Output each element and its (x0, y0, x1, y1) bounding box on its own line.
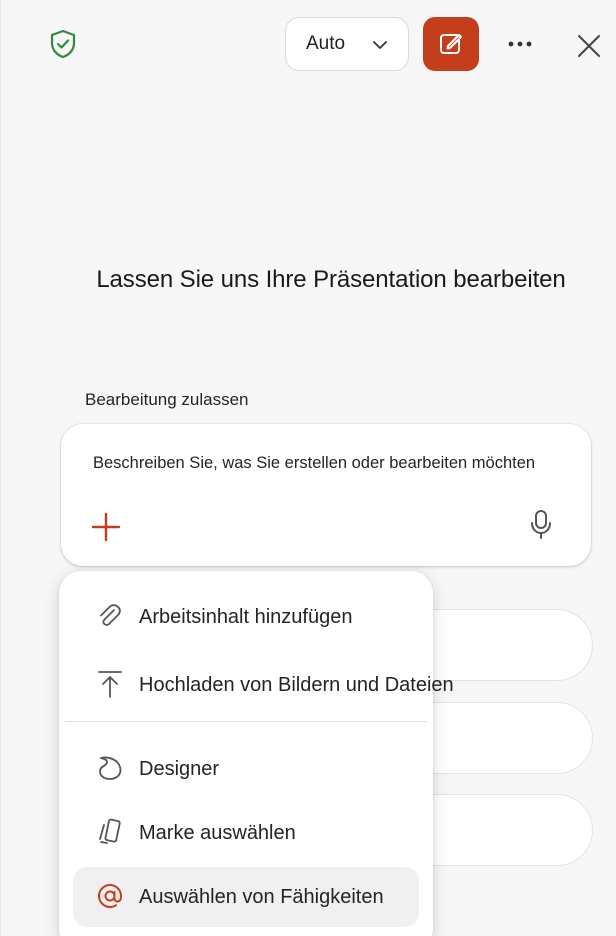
compose-icon (440, 34, 462, 54)
more-options-button[interactable] (501, 28, 539, 60)
add-menu: Arbeitsinhalt hinzufügen Hochladen von B… (59, 571, 454, 936)
menu-divider (65, 721, 427, 722)
menu-item-label: Hochladen von Bildern und Dateien (139, 673, 454, 696)
plus-icon (91, 512, 121, 542)
menu-item-label: Designer (139, 757, 220, 780)
designer-icon (99, 756, 122, 780)
prompt-input[interactable]: Beschreiben Sie, was Sie erstellen oder … (93, 454, 589, 473)
microphone-button[interactable] (527, 508, 555, 540)
add-button[interactable] (89, 510, 123, 544)
copilot-pane: Auto Lassen Sie uns Ihre Präsentation be… (0, 0, 616, 936)
menu-item-brand[interactable]: Marke auswählen (73, 803, 419, 863)
permission-label[interactable]: Bearbeitung zulassen (85, 390, 249, 410)
paperclip-icon (100, 604, 121, 626)
menu-item-add-work-content[interactable]: Arbeitsinhalt hinzufügen (73, 587, 419, 647)
page-title: Lassen Sie uns Ihre Präsentation bearbei… (96, 266, 566, 293)
upload-icon (98, 671, 122, 698)
mode-select[interactable]: Auto (285, 17, 409, 71)
menu-item-label: Arbeitsinhalt hinzufügen (139, 605, 353, 628)
brand-icon (99, 818, 121, 844)
menu-item-upload[interactable]: Hochladen von Bildern und Dateien (73, 655, 454, 715)
at-icon (97, 883, 123, 909)
chevron-down-icon (373, 41, 387, 49)
mode-select-value: Auto (306, 33, 346, 54)
microphone-icon (531, 510, 551, 539)
menu-item-designer[interactable]: Designer (73, 739, 419, 799)
menu-item-label: Marke auswählen (139, 821, 296, 844)
menu-item-label: Auswählen von Fähigkeiten (139, 885, 384, 908)
shield-check-icon[interactable] (47, 28, 79, 60)
prompt-card: Beschreiben Sie, was Sie erstellen oder … (61, 424, 591, 566)
close-icon (578, 35, 600, 57)
new-chat-button[interactable] (423, 17, 479, 71)
more-horizontal-icon (508, 41, 532, 47)
close-button[interactable] (571, 28, 607, 64)
menu-item-skills[interactable]: Auswählen von Fähigkeiten (73, 867, 419, 927)
